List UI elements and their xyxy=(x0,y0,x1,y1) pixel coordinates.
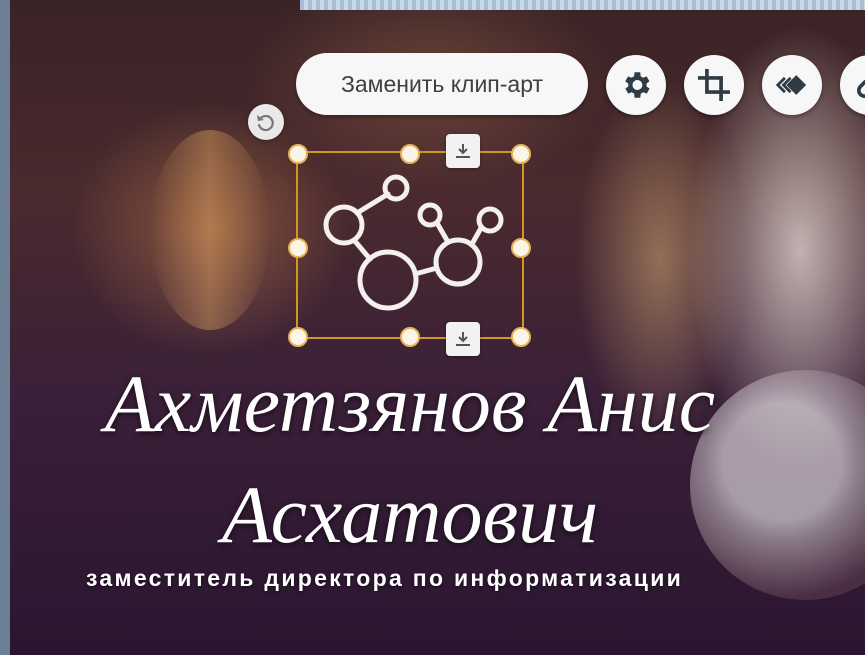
download-icon xyxy=(456,332,470,346)
replace-clipart-label: Заменить клип-арт xyxy=(340,70,544,97)
name-line-2[interactable]: Асхатович xyxy=(40,467,780,563)
layer-order-button[interactable] xyxy=(762,55,822,115)
name-line-1[interactable]: Ахметзянов Анис xyxy=(40,356,780,452)
resize-handle-top-left[interactable] xyxy=(288,144,308,164)
resize-handle-right[interactable] xyxy=(511,238,531,258)
download-icon xyxy=(456,144,470,158)
resize-handle-left[interactable] xyxy=(288,238,308,258)
resize-handle-top-right[interactable] xyxy=(511,144,531,164)
layer-order-icon xyxy=(775,75,807,95)
replace-clipart-button[interactable]: Заменить клип-арт xyxy=(296,53,588,115)
resize-handle-bottom-left[interactable] xyxy=(288,327,308,347)
editor-top-strip xyxy=(300,0,865,10)
settings-button[interactable] xyxy=(606,55,666,115)
background-light xyxy=(150,130,270,330)
editor-left-edge xyxy=(0,0,10,655)
resize-handle-top[interactable] xyxy=(400,144,420,164)
crop-button[interactable] xyxy=(684,55,744,115)
crop-icon xyxy=(697,68,731,102)
molecule-clipart-icon[interactable] xyxy=(318,170,508,320)
link-icon xyxy=(857,79,865,98)
rotate-button[interactable] xyxy=(248,104,284,140)
position-subtitle[interactable]: заместитель директора по информатизации xyxy=(86,565,683,592)
snap-top-button[interactable] xyxy=(446,134,480,168)
resize-handle-bottom-right[interactable] xyxy=(511,327,531,347)
resize-handle-bottom[interactable] xyxy=(400,327,420,347)
snap-bottom-button[interactable] xyxy=(446,322,480,356)
rotate-icon xyxy=(257,114,274,132)
gear-icon xyxy=(625,72,650,98)
